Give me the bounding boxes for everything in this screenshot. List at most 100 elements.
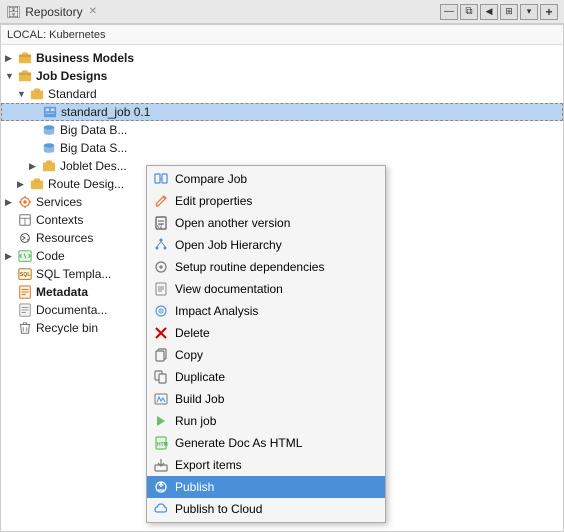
menu-item-impact-analysis[interactable]: Impact Analysis (147, 300, 385, 322)
menu-item-generate-doc[interactable]: HTML Generate Doc As HTML (147, 432, 385, 454)
location-label: LOCAL: Kubernetes (7, 29, 105, 41)
standard-job-label: standard_job 0.1 (61, 105, 150, 119)
tree-item-standard-job[interactable]: standard_job 0.1 (1, 103, 563, 121)
menu-item-open-another-version[interactable]: v2 Open another version (147, 212, 385, 234)
title-bar: 🗄 Repository ✕ — ⧉ ◀ ⊞ ▾ + (0, 0, 564, 24)
delete-label: Delete (175, 326, 210, 340)
setup-routine-icon (151, 258, 171, 276)
arrow-job-designs (5, 71, 17, 81)
svg-text:HTML: HTML (157, 442, 168, 448)
standard-job-icon (42, 104, 58, 120)
generate-doc-label: Generate Doc As HTML (175, 436, 302, 450)
open-another-version-label: Open another version (175, 216, 290, 230)
plus-button[interactable]: + (540, 4, 558, 20)
compare-job-label: Compare Job (175, 172, 247, 186)
menu-item-compare-job[interactable]: Compare Job (147, 168, 385, 190)
recycle-bin-label: Recycle bin (36, 321, 98, 335)
services-label: Services (36, 195, 82, 209)
title-bar-left: 🗄 Repository ✕ (6, 5, 97, 19)
minimize-button[interactable]: — (440, 4, 458, 20)
open-another-version-icon: v2 (151, 214, 171, 232)
nav-back-button[interactable]: ◀ (480, 4, 498, 20)
tree-area: Business Models Job Designs Standard (1, 45, 563, 531)
menu-item-view-documentation[interactable]: View documentation (147, 278, 385, 300)
tree-item-big-data-s[interactable]: Big Data S... (1, 139, 563, 157)
tree-item-standard[interactable]: Standard (1, 85, 563, 103)
contexts-icon (17, 212, 33, 228)
publish-label: Publish (175, 480, 214, 494)
menu-item-setup-routine[interactable]: Setup routine dependencies (147, 256, 385, 278)
menu-item-duplicate[interactable]: Duplicate (147, 366, 385, 388)
edit-properties-icon (151, 192, 171, 210)
menu-item-export-items[interactable]: Export items (147, 454, 385, 476)
delete-icon (151, 324, 171, 342)
joblet-des-icon (41, 158, 57, 174)
menu-item-publish-cloud[interactable]: Publish to Cloud (147, 498, 385, 520)
arrow-business-models (5, 53, 17, 64)
metadata-icon (17, 284, 33, 300)
menu-item-run-job[interactable]: Run job (147, 410, 385, 432)
resources-icon (17, 230, 33, 246)
menu-item-publish[interactable]: Publish (147, 476, 385, 498)
open-job-hierarchy-label: Open Job Hierarchy (175, 238, 282, 252)
documenta-label: Documenta... (36, 303, 107, 317)
sql-templa-label: SQL Templa... (36, 267, 111, 281)
menu-item-build-job[interactable]: Build Job (147, 388, 385, 410)
impact-analysis-label: Impact Analysis (175, 304, 258, 318)
tree-item-job-designs[interactable]: Job Designs (1, 67, 563, 85)
menu-item-delete[interactable]: Delete (147, 322, 385, 344)
repo-icon: 🗄 (6, 5, 21, 19)
duplicate-icon (151, 368, 171, 386)
resources-label: Resources (36, 231, 93, 245)
arrow-standard (17, 89, 29, 99)
big-data-b-label: Big Data B... (60, 123, 127, 137)
joblet-des-label: Joblet Des... (60, 159, 127, 173)
menu-item-copy[interactable]: Copy (147, 344, 385, 366)
copy-label: Copy (175, 348, 203, 362)
code-icon (17, 248, 33, 264)
publish-cloud-icon (151, 500, 171, 518)
big-data-s-label: Big Data S... (60, 141, 127, 155)
impact-analysis-icon (151, 302, 171, 320)
big-data-b-icon (41, 122, 57, 138)
edit-properties-label: Edit properties (175, 194, 252, 208)
setup-routine-label: Setup routine dependencies (175, 260, 324, 274)
recycle-bin-icon (17, 320, 33, 336)
menu-item-edit-properties[interactable]: Edit properties (147, 190, 385, 212)
job-designs-icon (17, 68, 33, 84)
services-icon (17, 194, 33, 210)
restore-button[interactable]: ⧉ (460, 4, 478, 20)
publish-icon (151, 478, 171, 496)
repository-panel: LOCAL: Kubernetes Business Models Job De… (0, 24, 564, 532)
tree-item-business-models[interactable]: Business Models (1, 49, 563, 67)
title-bar-right: — ⧉ ◀ ⊞ ▾ + (440, 4, 558, 20)
contexts-label: Contexts (36, 213, 83, 227)
arrow-services (5, 197, 17, 208)
metadata-label: Metadata (36, 285, 88, 299)
view-documentation-label: View documentation (175, 282, 283, 296)
tree-item-big-data-b[interactable]: Big Data B... (1, 121, 563, 139)
build-job-label: Build Job (175, 392, 224, 406)
title-close-icon[interactable]: ✕ (89, 6, 97, 17)
build-job-icon (151, 390, 171, 408)
menu-item-open-job-hierarchy[interactable]: Open Job Hierarchy (147, 234, 385, 256)
copy-icon (151, 346, 171, 364)
generate-doc-icon: HTML (151, 434, 171, 452)
svg-text:SQL: SQL (20, 272, 32, 278)
grid-button[interactable]: ⊞ (500, 4, 518, 20)
business-models-label: Business Models (36, 51, 134, 65)
documenta-icon (17, 302, 33, 318)
context-menu: Compare Job Edit properties v2 Open anot… (146, 165, 386, 523)
run-job-icon (151, 412, 171, 430)
job-designs-label: Job Designs (36, 69, 107, 83)
open-job-hierarchy-icon (151, 236, 171, 254)
dropdown-button[interactable]: ▾ (520, 4, 538, 20)
business-models-icon (17, 50, 33, 66)
svg-text:v2: v2 (157, 224, 163, 230)
standard-label: Standard (48, 87, 97, 101)
route-desi-label: Route Desig... (48, 177, 124, 191)
duplicate-label: Duplicate (175, 370, 225, 384)
code-label: Code (36, 249, 65, 263)
route-desi-icon (29, 176, 45, 192)
export-items-icon (151, 456, 171, 474)
